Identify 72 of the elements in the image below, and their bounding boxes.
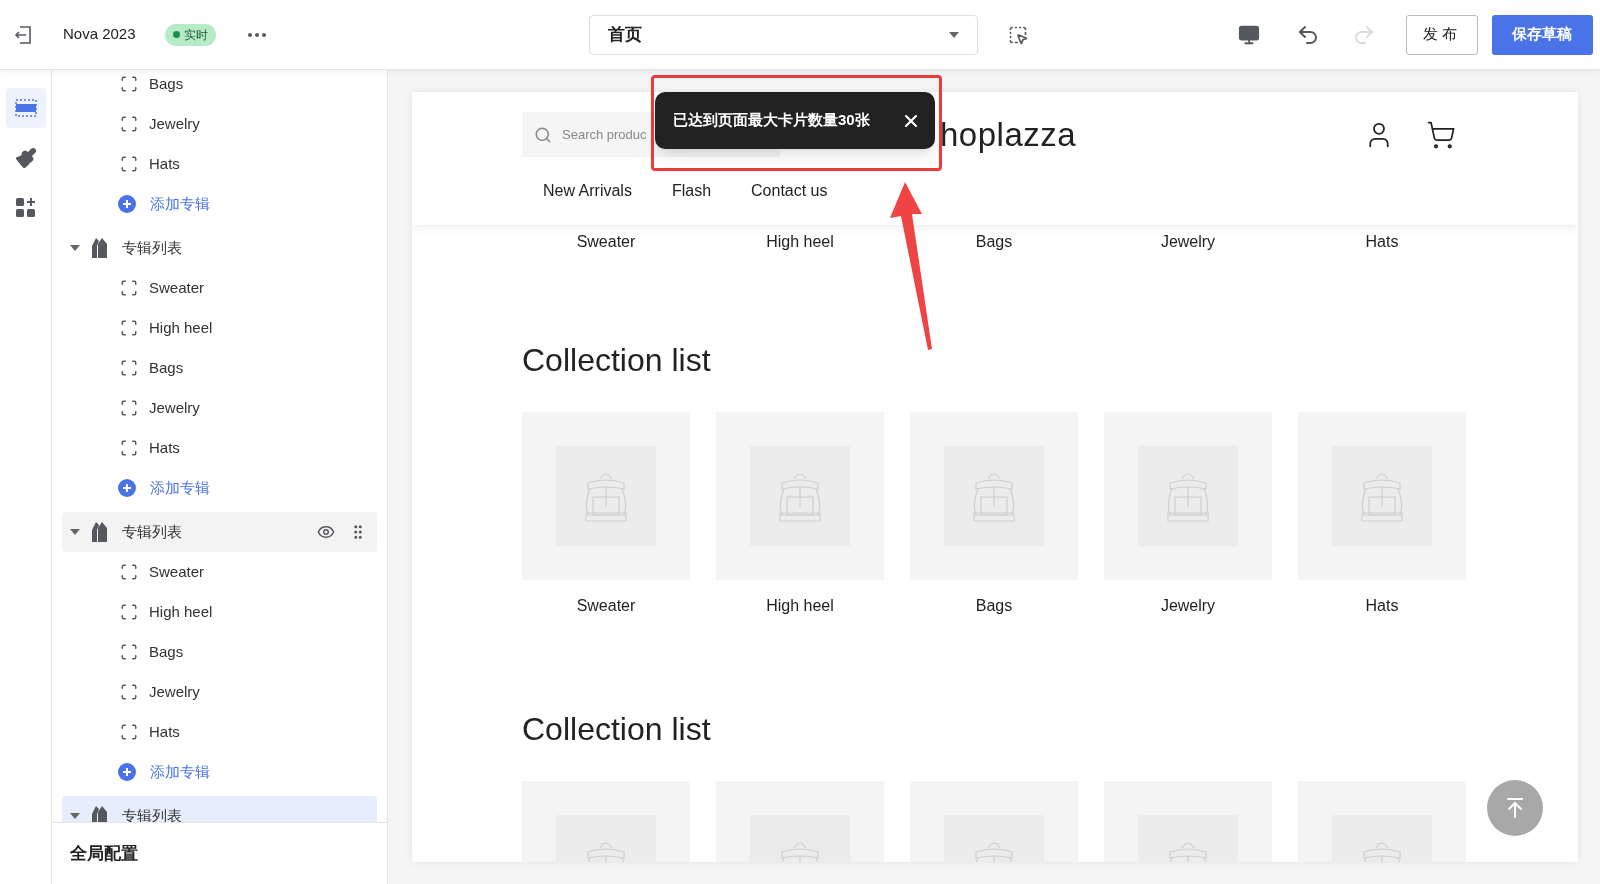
add-icon bbox=[118, 763, 136, 781]
sections-icon bbox=[14, 99, 37, 117]
caret-icon bbox=[70, 813, 80, 819]
collection-label: Sweater bbox=[575, 232, 637, 252]
block-icon bbox=[120, 439, 138, 457]
group-header[interactable]: 专辑列表 bbox=[62, 228, 377, 268]
add-collection-button[interactable]: 添加专辑 bbox=[118, 752, 210, 792]
collection-label: High heel bbox=[765, 232, 835, 252]
add-collection-button[interactable]: 添加专辑 bbox=[118, 468, 210, 508]
apps-icon bbox=[14, 197, 37, 219]
more-button[interactable] bbox=[247, 32, 266, 37]
block-icon bbox=[120, 643, 138, 661]
rail-tab[interactable] bbox=[5, 88, 46, 128]
caret-icon bbox=[70, 529, 80, 535]
collection-item[interactable]: Hats bbox=[62, 712, 377, 752]
block-icon bbox=[120, 155, 138, 173]
collection-label: Jewelry bbox=[1159, 232, 1217, 252]
caret-icon bbox=[948, 31, 959, 38]
block-icon bbox=[120, 683, 138, 701]
publish-button[interactable]: 发布 bbox=[1405, 14, 1478, 55]
block-icon bbox=[120, 75, 138, 93]
block-icon bbox=[120, 279, 138, 297]
collection-item[interactable]: Jewelry bbox=[62, 104, 377, 144]
block-icon bbox=[120, 115, 138, 133]
section-title: Collection list bbox=[522, 710, 712, 749]
collection-label: High heel bbox=[766, 596, 834, 616]
save-draft-button[interactable]: 保存草稿 bbox=[1491, 14, 1593, 55]
collection-item[interactable]: Jewelry bbox=[62, 388, 377, 428]
collection-item[interactable]: Sweater bbox=[62, 552, 377, 592]
group-title: 专辑列表 bbox=[122, 237, 182, 258]
block-icon bbox=[120, 723, 138, 741]
collection-label: Hats bbox=[1365, 596, 1399, 616]
add-icon bbox=[118, 195, 136, 213]
block-icon bbox=[120, 359, 138, 377]
nav-link[interactable]: Flash bbox=[671, 179, 712, 203]
collection-item[interactable]: Bags bbox=[62, 348, 377, 388]
add-collection-button[interactable]: 添加专辑 bbox=[118, 184, 210, 224]
group-header[interactable]: 专辑列表 bbox=[62, 512, 377, 552]
nav-link[interactable]: Contact us bbox=[751, 179, 828, 203]
status-badge: 实时 bbox=[164, 23, 216, 46]
section-title: Collection list bbox=[522, 341, 712, 380]
select-element-button[interactable] bbox=[1007, 24, 1028, 45]
collection-item[interactable]: Hats bbox=[62, 428, 377, 468]
caret-icon bbox=[70, 245, 80, 251]
global-settings-label[interactable]: 全局配置 bbox=[70, 840, 138, 867]
collection-label: Bags bbox=[975, 596, 1013, 616]
store-logo: hoplazza bbox=[940, 114, 1077, 155]
search-icon bbox=[534, 125, 552, 144]
theme-name: Nova 2023 bbox=[63, 24, 136, 45]
block-icon bbox=[120, 319, 138, 337]
page-select[interactable]: 首页 bbox=[588, 14, 978, 55]
collection-item[interactable]: High heel bbox=[62, 592, 377, 632]
visibility-icon[interactable] bbox=[317, 523, 335, 541]
collection-item[interactable]: Jewelry bbox=[62, 672, 377, 712]
collection-label: Hats bbox=[1364, 232, 1400, 252]
collection-item[interactable]: Bags bbox=[62, 70, 377, 104]
collection-item[interactable]: Bags bbox=[62, 632, 377, 672]
desktop-view-button[interactable] bbox=[1237, 23, 1260, 46]
paintbrush-icon bbox=[14, 147, 37, 169]
block-icon bbox=[120, 563, 138, 581]
group-title: 专辑列表 bbox=[122, 521, 182, 542]
collection-item[interactable]: High heel bbox=[62, 308, 377, 348]
collection-label: Jewelry bbox=[1160, 596, 1216, 616]
block-icon bbox=[120, 603, 138, 621]
add-icon bbox=[118, 479, 136, 497]
collection-item[interactable]: Hats bbox=[62, 144, 377, 184]
collection-item[interactable]: Sweater bbox=[62, 268, 377, 308]
collection-label: Sweater bbox=[576, 596, 636, 616]
nav-link[interactable]: New Arrivals bbox=[543, 179, 632, 203]
cart-icon[interactable] bbox=[1426, 119, 1456, 150]
collection-label: Bags bbox=[974, 232, 1014, 252]
block-icon bbox=[120, 399, 138, 417]
